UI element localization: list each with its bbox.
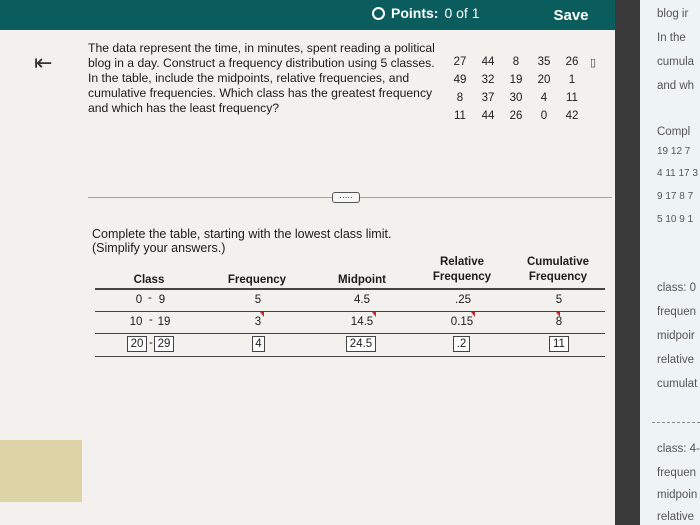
- side-text: cumula: [657, 56, 695, 68]
- side-text: class: 0: [657, 282, 696, 294]
- side-divider: [652, 422, 700, 423]
- instruction-line: Complete the table, starting with the lo…: [92, 227, 392, 241]
- class-dash: -: [149, 314, 153, 326]
- instruction-text: Complete the table, starting with the lo…: [92, 227, 391, 255]
- table-row-rule: [95, 356, 605, 357]
- data-cell: 44: [481, 56, 495, 68]
- data-table: 27 44 8 35 26 49 32 19 20 1 8 37 30 4 11…: [446, 54, 586, 124]
- data-cell: 30: [509, 92, 523, 104]
- side-text: 19 12 7: [657, 146, 691, 157]
- save-button[interactable]: Save: [535, 0, 607, 30]
- points-value: 0 of 1: [444, 5, 480, 21]
- expand-more-button[interactable]: ·····: [332, 192, 360, 203]
- incorrect-mark-icon: [372, 312, 376, 317]
- side-text: Compl: [657, 126, 691, 138]
- table-row-rule: [95, 311, 605, 312]
- relative-frequency-input[interactable]: .2: [453, 336, 470, 352]
- data-cell: 20: [537, 74, 551, 86]
- cumulative-frequency-input[interactable]: 11: [549, 336, 569, 352]
- class-lower-limit: 10: [129, 316, 143, 328]
- incorrect-mark-icon: [260, 312, 264, 317]
- data-cell: 26: [509, 110, 523, 122]
- side-text: blog ir: [657, 8, 689, 20]
- side-text: relative: [657, 511, 695, 523]
- data-cell: 26: [565, 56, 579, 68]
- data-cell: 8: [456, 92, 464, 104]
- frequency-input[interactable]: 4: [252, 336, 265, 352]
- instruction-line: (Simplify your answers.): [92, 241, 226, 255]
- left-stripe: [0, 440, 82, 502]
- side-text: cumulat: [657, 378, 698, 390]
- side-text: 5 10 9 1: [657, 214, 694, 225]
- header-cumulative-frequency: Cumulative Frequency: [520, 255, 596, 285]
- midpoint-value: 4.5: [354, 294, 370, 306]
- side-text: midpoin: [657, 489, 698, 501]
- data-cell: 11: [566, 92, 578, 104]
- header-class: Class: [133, 274, 165, 286]
- data-cell: 0: [540, 110, 548, 122]
- data-cell: 44: [481, 110, 495, 122]
- cumulative-frequency-value: 5: [555, 294, 563, 306]
- data-cell: 49: [453, 74, 467, 86]
- side-text: midpoir: [657, 330, 695, 342]
- points-indicator: Points: 0 of 1: [372, 3, 479, 23]
- side-text: 9 17 8 7: [657, 191, 694, 202]
- side-text: class: 4-: [657, 443, 700, 455]
- relative-frequency-value: .25: [455, 294, 471, 306]
- class-dash: -: [148, 292, 152, 304]
- incorrect-mark-icon: [471, 312, 475, 317]
- data-cell: 35: [537, 56, 551, 68]
- data-cell: 4: [540, 92, 548, 104]
- class-upper-limit-input[interactable]: 29: [154, 336, 174, 352]
- class-lower-limit-input[interactable]: 20: [127, 336, 147, 352]
- class-lower-limit: 0: [135, 294, 143, 306]
- question-text: The data represent the time, in minutes,…: [88, 41, 435, 115]
- data-cell: 37: [481, 92, 495, 104]
- header-frequency: Frequency: [227, 274, 287, 286]
- header-relative-frequency: Relative Frequency: [426, 255, 498, 285]
- data-cell: 32: [481, 74, 495, 86]
- midpoint-input[interactable]: 24.5: [346, 336, 376, 352]
- side-text: and wh: [657, 80, 695, 92]
- copy-data-icon[interactable]: ▯: [590, 56, 596, 69]
- table-header-rule: [95, 288, 605, 290]
- data-cell: 8: [512, 56, 520, 68]
- side-text: In the: [657, 32, 686, 44]
- adjacent-window: blog ir In the cumula and wh Compl 19 12…: [640, 0, 700, 525]
- data-cell: 11: [454, 110, 466, 122]
- header-midpoint: Midpoint: [338, 274, 386, 286]
- header-text: Frequency: [528, 271, 588, 283]
- class-upper-limit: 9: [158, 294, 166, 306]
- header-text: Frequency: [432, 271, 492, 283]
- data-cell: 19: [509, 74, 523, 86]
- side-text: frequen: [657, 467, 697, 479]
- side-text: relative: [657, 354, 695, 366]
- table-row-rule: [95, 333, 605, 334]
- side-text: frequen: [657, 306, 697, 318]
- frequency-value: 5: [254, 294, 262, 306]
- points-label: Points:: [391, 5, 439, 21]
- class-dash: -: [149, 337, 153, 349]
- header-text: Relative: [439, 256, 485, 268]
- back-arrow-icon[interactable]: ⇤: [34, 51, 52, 76]
- data-cell: 42: [565, 110, 579, 122]
- window-gap: [615, 0, 640, 525]
- header-text: Cumulative: [527, 256, 589, 268]
- question-panel: ⇤ The data represent the time, in minute…: [0, 30, 615, 525]
- class-upper-limit: 19: [157, 316, 171, 328]
- data-cell: 1: [568, 74, 576, 86]
- points-circle-icon: [372, 6, 385, 20]
- data-cell: 27: [453, 56, 467, 68]
- side-text: 4 11 17 3: [657, 168, 698, 179]
- header-bar: Points: 0 of 1 Save: [0, 0, 615, 30]
- incorrect-mark-icon: [556, 312, 560, 317]
